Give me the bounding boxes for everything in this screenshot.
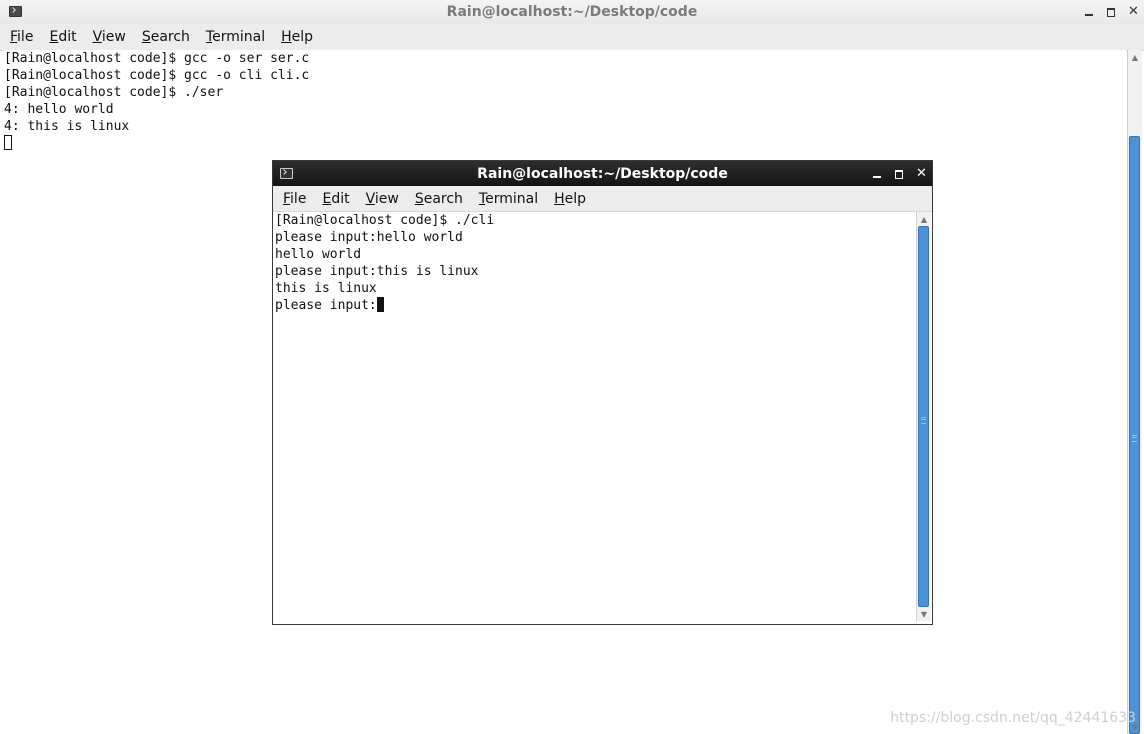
menu-label: earch <box>150 29 190 45</box>
menu-view[interactable]: View <box>85 29 134 45</box>
main-window-titlebar[interactable]: Rain@localhost:~/Desktop/code ✕ <box>0 0 1144 24</box>
menu-mnemonic: H <box>281 29 292 45</box>
menu-help[interactable]: Help <box>273 29 321 45</box>
terminal-line: 4: this is linux <box>4 119 130 134</box>
scroll-up-arrow-icon[interactable]: ▲ <box>1128 50 1142 64</box>
menu-search[interactable]: Search <box>407 191 471 207</box>
terminal-icon[interactable] <box>9 6 22 17</box>
terminal-line: hello world <box>275 247 362 262</box>
menu-mnemonic: F <box>283 190 291 207</box>
text-cursor <box>4 135 12 150</box>
cli-window-menubar: File Edit View Search Terminal Help <box>273 186 932 212</box>
terminal-line: [Rain@localhost code]$ ./cli <box>275 213 495 228</box>
menu-mnemonic: F <box>10 29 18 45</box>
menu-terminal[interactable]: Terminal <box>198 29 273 45</box>
terminal-line: please input:hello world <box>275 230 463 245</box>
cli-window-titlebar[interactable]: Rain@localhost:~/Desktop/code ✕ <box>273 161 932 186</box>
menu-edit[interactable]: Edit <box>41 29 84 45</box>
menu-label: iew <box>374 190 399 207</box>
watermark: https://blog.csdn.net/qq_42441633 <box>890 710 1136 726</box>
menu-label: elp <box>564 190 587 207</box>
cli-scrollbar[interactable]: ▲ ▼ <box>916 212 931 621</box>
terminal-line: [Rain@localhost code]$ gcc -o cli cli.c <box>4 68 310 83</box>
scroll-thumb[interactable] <box>918 226 929 607</box>
menu-view[interactable]: View <box>358 191 407 207</box>
menu-label: ile <box>17 29 34 45</box>
terminal-line: [Rain@localhost code]$ gcc -o ser ser.c <box>4 51 310 66</box>
scroll-down-arrow-icon[interactable]: ▼ <box>917 607 931 621</box>
minimize-icon[interactable] <box>1084 6 1094 18</box>
scroll-thumb[interactable] <box>1129 136 1140 734</box>
scroll-up-arrow-icon[interactable]: ▲ <box>917 212 931 226</box>
close-icon[interactable]: ✕ <box>1128 5 1139 18</box>
main-scrollbar[interactable]: ▲ ▼ <box>1127 50 1142 734</box>
text-cursor <box>376 297 384 312</box>
menu-label: elp <box>291 29 314 45</box>
menu-label: ile <box>290 190 307 207</box>
main-window-menubar: File Edit View Search Terminal Help <box>0 24 1144 51</box>
menu-mnemonic: S <box>414 190 424 207</box>
menu-file[interactable]: File <box>275 191 314 207</box>
maximize-icon[interactable] <box>1106 6 1116 18</box>
maximize-icon[interactable] <box>894 168 904 180</box>
menu-search[interactable]: Search <box>134 29 198 45</box>
close-icon[interactable]: ✕ <box>916 167 927 180</box>
menu-label: erminal <box>212 29 266 45</box>
menu-label: earch <box>423 190 463 207</box>
menu-mnemonic: V <box>92 29 102 45</box>
cli-terminal-output[interactable]: [Rain@localhost code]$ ./cli please input… <box>275 212 914 624</box>
menu-mnemonic: E <box>322 190 332 207</box>
menu-edit[interactable]: Edit <box>314 191 357 207</box>
cli-terminal-window[interactable]: Rain@localhost:~/Desktop/code ✕ File Edi… <box>272 160 933 625</box>
main-window-title: Rain@localhost:~/Desktop/code <box>446 4 698 20</box>
menu-mnemonic: H <box>554 190 565 207</box>
terminal-line: this is linux <box>275 281 377 296</box>
terminal-line: [Rain@localhost code]$ ./ser <box>4 85 224 100</box>
terminal-line: 4: hello world <box>4 102 114 117</box>
menu-mnemonic: V <box>365 190 375 207</box>
menu-label: iew <box>101 29 126 45</box>
minimize-icon[interactable] <box>872 168 882 180</box>
menu-mnemonic: E <box>49 29 59 45</box>
menu-help[interactable]: Help <box>546 191 594 207</box>
menu-label: dit <box>331 190 350 207</box>
cli-window-title: Rain@localhost:~/Desktop/code <box>477 165 728 182</box>
menu-label: erminal <box>485 190 539 207</box>
menu-mnemonic: S <box>141 29 151 45</box>
prompt-line: please input: <box>275 298 377 313</box>
terminal-line: please input:this is linux <box>275 264 479 279</box>
terminal-icon[interactable] <box>280 168 293 179</box>
menu-terminal[interactable]: Terminal <box>471 191 546 207</box>
menu-label: dit <box>58 29 77 45</box>
menu-file[interactable]: File <box>2 29 41 45</box>
